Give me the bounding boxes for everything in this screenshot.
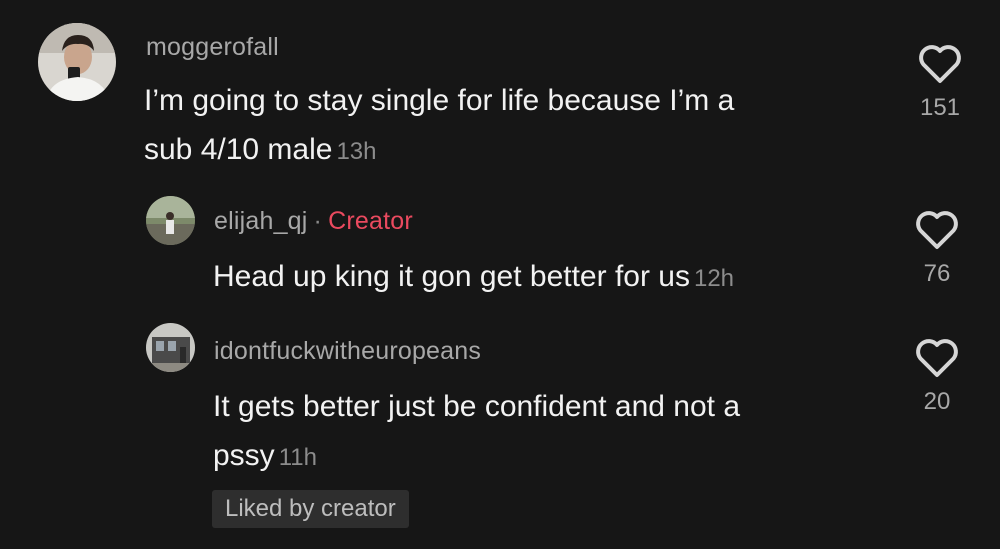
- comment-text-line: Head up king it gon get better for us: [213, 260, 690, 293]
- avatar[interactable]: [146, 196, 195, 245]
- comment-username[interactable]: moggerofall: [146, 33, 279, 62]
- heart-outline-icon: [919, 45, 961, 83]
- comment-text-line: sub 4/10 male: [144, 133, 333, 166]
- heart-outline-icon: [916, 211, 958, 249]
- like-button[interactable]: 20: [907, 338, 967, 416]
- separator-dot: ·: [313, 207, 323, 235]
- comment-username[interactable]: elijah_qj: [214, 207, 308, 235]
- like-button[interactable]: 76: [907, 210, 967, 288]
- comments-panel: moggerofall I’m going to stay single for…: [0, 0, 1000, 549]
- profile-photo-icon: [146, 196, 195, 245]
- comment-timestamp: 12h: [693, 265, 735, 292]
- comment-text: I’m going to stay single for life becaus…: [144, 76, 884, 176]
- like-count: 20: [923, 388, 951, 415]
- comment-text-line: pssy: [213, 439, 275, 472]
- like-button[interactable]: 151: [910, 44, 970, 122]
- comment-username-row: elijah_qj · Creator: [214, 207, 413, 236]
- heart-outline-icon: [916, 339, 958, 377]
- profile-photo-icon: [146, 323, 195, 372]
- comment-text: Head up king it gon get better for us 12h: [213, 252, 873, 303]
- comment-text-line: It gets better just be confident and not…: [213, 390, 741, 423]
- comment-timestamp: 11h: [278, 444, 317, 471]
- profile-photo-icon: [38, 23, 116, 101]
- comment-text: It gets better just be confident and not…: [213, 382, 893, 482]
- comment-text-line: I’m going to stay single for life becaus…: [144, 84, 735, 117]
- comment-timestamp: 13h: [336, 138, 377, 165]
- like-count: 76: [923, 260, 951, 287]
- like-count: 151: [919, 94, 961, 121]
- avatar[interactable]: [146, 323, 195, 372]
- creator-badge: Creator: [328, 207, 413, 235]
- comment-username[interactable]: idontfuckwitheuropeans: [214, 337, 481, 366]
- avatar[interactable]: [38, 23, 116, 101]
- liked-by-creator-badge: Liked by creator: [212, 490, 409, 528]
